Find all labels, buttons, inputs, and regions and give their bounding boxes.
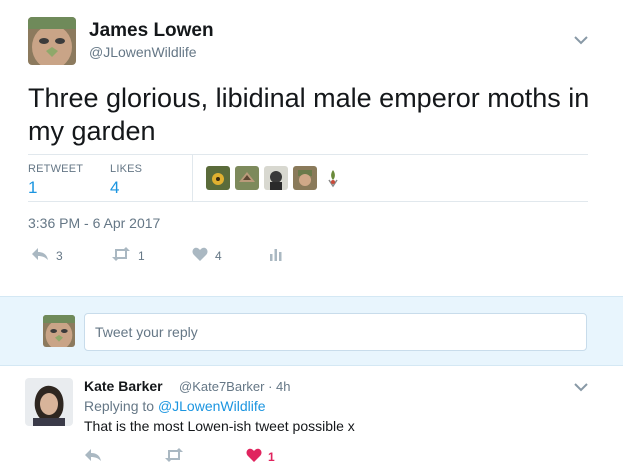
tweet-actions: 3 1 4 xyxy=(28,246,328,266)
reply-author-meta[interactable]: @Kate7Barker · 4h xyxy=(179,379,290,394)
like-button[interactable]: 1 xyxy=(246,447,275,467)
avatar[interactable] xyxy=(28,17,76,65)
reply-author-name[interactable]: Kate Barker xyxy=(84,378,163,394)
replying-to: Replying to @JLowenWildlife xyxy=(84,398,266,414)
liker-avatar[interactable] xyxy=(235,166,259,190)
retweet-button[interactable]: 1 xyxy=(111,246,145,266)
avatar[interactable] xyxy=(43,315,75,347)
main-tweet: James Lowen @JLowenWildlife Three glorio… xyxy=(0,0,623,296)
reply-icon xyxy=(31,247,49,266)
like-button[interactable]: 4 xyxy=(192,246,222,266)
reply-button[interactable]: 3 xyxy=(31,246,63,266)
reply-actions: 1 xyxy=(84,447,344,465)
liker-avatar[interactable] xyxy=(321,166,345,190)
reply-button[interactable] xyxy=(84,447,102,467)
retweet-count: 1 xyxy=(138,249,145,263)
likes-stat-label: LIKES xyxy=(110,163,143,175)
likes-stat[interactable]: LIKES 4 xyxy=(110,163,142,198)
retweet-icon xyxy=(164,447,184,467)
heart-icon xyxy=(246,448,262,467)
chevron-down-icon[interactable] xyxy=(573,32,589,45)
analytics-icon xyxy=(269,247,283,266)
retweet-icon xyxy=(111,246,131,266)
retweet-stat-value: 1 xyxy=(28,178,38,197)
chevron-down-icon[interactable] xyxy=(573,379,589,392)
timestamp[interactable]: 3:36 PM - 6 Apr 2017 xyxy=(28,215,160,231)
liker-avatar[interactable] xyxy=(264,166,288,190)
retweet-button[interactable] xyxy=(164,447,184,467)
reply-tweet: Kate Barker @Kate7Barker · 4h Replying t… xyxy=(0,367,623,473)
replying-to-prefix: Replying to xyxy=(84,398,158,414)
reply-text: That is the most Lowen-ish tweet possibl… xyxy=(84,418,355,434)
reply-icon xyxy=(84,448,102,467)
tweet-text: Three glorious, libidinal male emperor m… xyxy=(28,83,590,146)
author-name[interactable]: James Lowen xyxy=(89,20,214,42)
like-count: 1 xyxy=(268,450,275,464)
stats-divider xyxy=(192,155,193,201)
reply-count: 3 xyxy=(56,249,63,263)
retweet-stat[interactable]: RETWEET 1 xyxy=(28,163,83,198)
liker-avatar[interactable] xyxy=(293,166,317,190)
avatar[interactable] xyxy=(25,378,73,426)
retweet-stat-label: RETWEET xyxy=(28,163,84,175)
replying-to-handle-link[interactable]: @JLowenWildlife xyxy=(158,398,266,414)
author-handle[interactable]: @JLowenWildlife xyxy=(89,44,197,60)
liker-avatar[interactable] xyxy=(206,166,230,190)
reply-composer xyxy=(0,296,623,366)
reply-input[interactable] xyxy=(84,313,587,351)
likes-stat-value: 4 xyxy=(110,178,120,197)
tweet-stats: RETWEET 1 LIKES 4 xyxy=(28,154,588,202)
analytics-button[interactable] xyxy=(269,246,283,266)
heart-icon xyxy=(192,247,208,266)
like-count: 4 xyxy=(215,249,222,263)
